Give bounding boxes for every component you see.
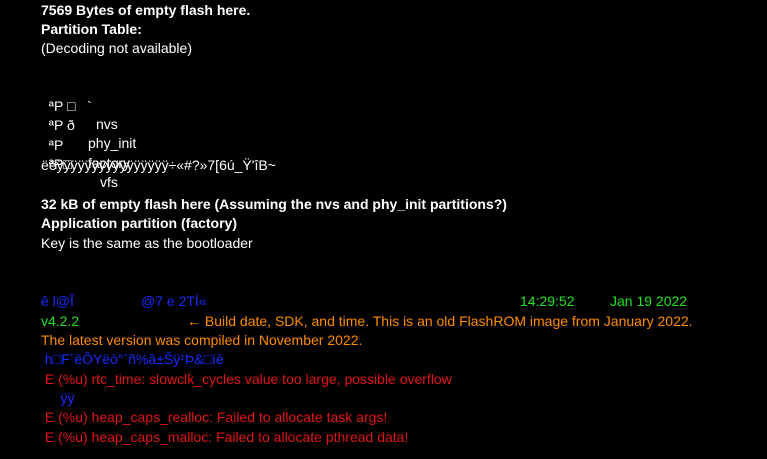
- build-time: 14:29:52: [520, 293, 575, 309]
- partition-name: phy_init: [88, 135, 137, 151]
- build-annotation-note: The latest version was compiled in Novem…: [41, 332, 363, 348]
- garbage-blue-log: h□F´ëÔYëò°´ñ%â±Šÿ¹Þ&□ìè: [41, 351, 224, 367]
- sdk-version: v4.2.2: [41, 313, 80, 329]
- partition-table-heading: Partition Table:: [41, 21, 142, 37]
- garbage-line: ëëÿÿÿÿÿÿÿÿÿÿÿÿÿÿÿÿ÷«#?»7[6ú_Ÿ'îB~: [41, 157, 276, 173]
- app-partition-heading: Application partition (factory): [41, 215, 237, 231]
- build-annotation: ← Build date, SDK, and time. This is an …: [187, 313, 693, 329]
- garbage-blue-a: ê l@Î: [41, 293, 74, 309]
- partition-name: vfs: [100, 174, 118, 190]
- garbage-yy: ÿÿ: [41, 390, 75, 406]
- error-line-rtc: E (%u) rtc_time: slowclk_cycles value to…: [41, 371, 452, 387]
- garbage-blue-b: @7 e 2TÍ«: [141, 293, 207, 309]
- partition-name: nvs: [96, 116, 118, 132]
- decoding-note: (Decoding not available): [41, 40, 192, 56]
- empty-flash-text: 7569 Bytes of empty flash here.: [41, 2, 251, 18]
- key-note: Key is the same as the bootloader: [41, 235, 253, 251]
- empty-flash-32k-text: 32 kB of empty flash here (Assuming the …: [41, 196, 507, 212]
- error-line-malloc: E (%u) heap_caps_malloc: Failed to alloc…: [41, 429, 409, 445]
- error-line-realloc: E (%u) heap_caps_realloc: Failed to allo…: [41, 409, 388, 425]
- build-date: Jan 19 2022: [610, 293, 688, 309]
